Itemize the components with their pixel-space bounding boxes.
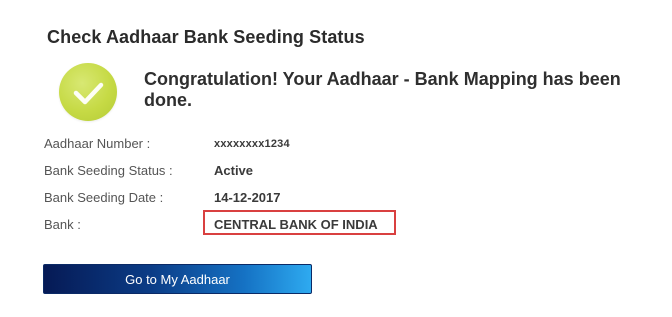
aadhaar-number-label: Aadhaar Number :: [44, 136, 151, 151]
bank-seeding-date-label: Bank Seeding Date :: [44, 190, 164, 205]
aadhaar-number-value: xxxxxxxx1234: [214, 138, 290, 150]
bank-value: CENTRAL BANK OF INDIA: [214, 217, 378, 232]
page-title: Check Aadhaar Bank Seeding Status: [47, 27, 365, 47]
bank-seeding-date-value: 14-12-2017: [214, 190, 281, 205]
bank-seeding-status-page: Check Aadhaar Bank Seeding Status Congra…: [0, 0, 672, 317]
check-circle-icon: [59, 63, 117, 121]
bank-seeding-status-label: Bank Seeding Status :: [44, 163, 173, 178]
bank-label: Bank :: [44, 217, 81, 232]
go-to-my-aadhaar-button[interactable]: Go to My Aadhaar: [43, 264, 312, 294]
bank-seeding-status-value: Active: [214, 163, 254, 178]
status-message: Congratulation! Your Aadhaar - Bank Mapp…: [144, 69, 621, 110]
